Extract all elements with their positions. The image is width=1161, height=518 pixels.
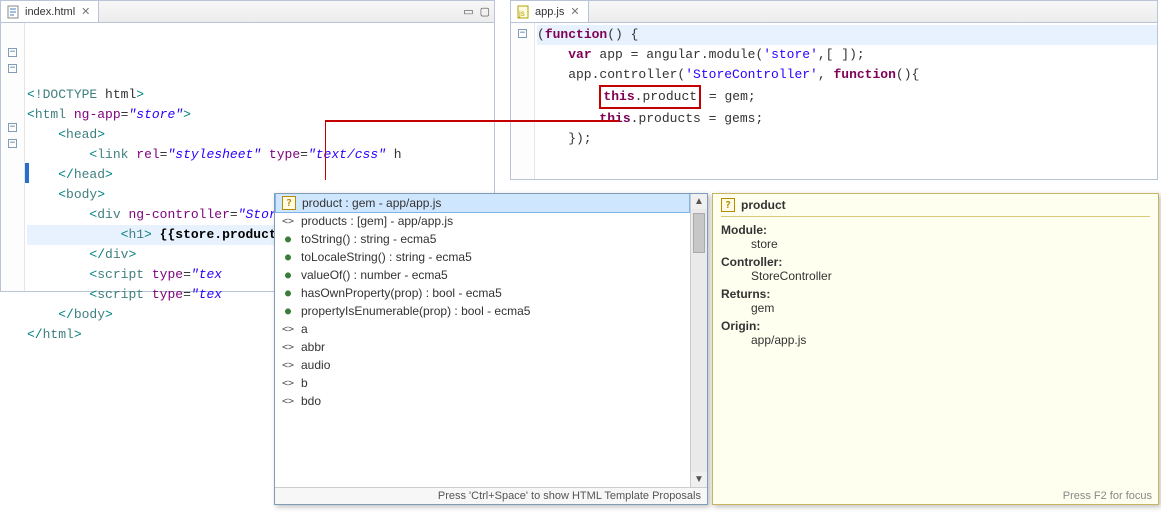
- completion-label: valueOf() : number - ecma5: [301, 268, 448, 282]
- doc-hint: Press F2 for focus: [1063, 490, 1152, 502]
- js-file-icon: js: [517, 5, 531, 19]
- completion-label: toLocaleString() : string - ecma5: [301, 250, 472, 264]
- doc-row-label: Module:: [721, 223, 1150, 237]
- doc-row-value: gem: [721, 301, 1150, 315]
- scroll-thumb[interactable]: [693, 213, 705, 253]
- completion-label: propertyIsEnumerable(prop) : bool - ecma…: [301, 304, 530, 318]
- tabbar-left: index.html ✕ ▭ ▢: [1, 1, 494, 23]
- code-area-right[interactable]: − (function() { var app = angular.module…: [511, 23, 1157, 179]
- scroll-up-icon[interactable]: ▲: [694, 194, 704, 209]
- fold-icon[interactable]: −: [518, 29, 527, 38]
- completion-item[interactable]: ● hasOwnProperty(prop) : bool - ecma5: [275, 284, 690, 302]
- method-icon: ●: [281, 286, 295, 300]
- doc-title: ? product: [721, 198, 1150, 217]
- method-icon: ●: [281, 232, 295, 246]
- completion-label: products : [gem] - app/app.js: [301, 214, 453, 228]
- completion-item[interactable]: <> audio: [275, 356, 690, 374]
- tab-label: app.js: [535, 6, 564, 18]
- gutter-left[interactable]: − − − −: [1, 23, 25, 291]
- tag-icon: <>: [281, 340, 295, 354]
- tag-icon: <>: [281, 322, 295, 336]
- doc-row-label: Origin:: [721, 319, 1150, 333]
- code-line[interactable]: this.product = gem;: [537, 85, 1157, 109]
- doc-row-value: store: [721, 237, 1150, 251]
- code-line[interactable]: var app = angular.module('store',[ ]);: [537, 45, 1157, 65]
- method-icon: ●: [281, 268, 295, 282]
- doc-row-label: Returns:: [721, 287, 1150, 301]
- doc-row-value: app/app.js: [721, 333, 1150, 347]
- completion-label: bdo: [301, 394, 321, 408]
- completion-item[interactable]: ● toLocaleString() : string - ecma5: [275, 248, 690, 266]
- fold-icon[interactable]: −: [8, 123, 17, 132]
- tag-icon: <>: [281, 394, 295, 408]
- completion-label: audio: [301, 358, 330, 372]
- svg-text:js: js: [518, 9, 525, 18]
- completion-label: abbr: [301, 340, 325, 354]
- method-icon: ●: [281, 304, 295, 318]
- fold-icon[interactable]: −: [8, 48, 17, 57]
- minimize-icon[interactable]: ▭: [463, 5, 473, 18]
- completion-popup: ? product : gem - app/app.js <> products : …: [274, 193, 708, 505]
- code-line[interactable]: this.products = gems;: [537, 109, 1157, 129]
- close-icon[interactable]: ✕: [568, 5, 581, 18]
- code-line[interactable]: </head>: [27, 165, 494, 185]
- completion-item[interactable]: <> products : [gem] - app/app.js: [275, 212, 690, 230]
- tag-icon: <>: [281, 358, 295, 372]
- code-line[interactable]: (function() {: [537, 25, 1157, 45]
- code-line[interactable]: });: [537, 129, 1157, 149]
- tab-index-html[interactable]: index.html ✕: [1, 1, 99, 22]
- completion-item[interactable]: <> abbr: [275, 338, 690, 356]
- tag-icon: <>: [281, 214, 295, 228]
- completion-item[interactable]: <> bdo: [275, 392, 690, 410]
- code-line[interactable]: <head>: [27, 125, 494, 145]
- code-line[interactable]: app.controller('StoreController', functi…: [537, 65, 1157, 85]
- doc-title-text: product: [741, 198, 786, 212]
- scroll-down-icon[interactable]: ▼: [694, 472, 704, 487]
- scrollbar[interactable]: ▲ ▼: [690, 194, 707, 487]
- completion-item[interactable]: ? product : gem - app/app.js: [275, 194, 690, 213]
- code-line[interactable]: <link rel="stylesheet" type="text/css" h: [27, 145, 494, 165]
- completion-label: product : gem - app/app.js: [302, 196, 441, 210]
- completion-item[interactable]: <> a: [275, 320, 690, 338]
- unknown-type-icon: ?: [721, 198, 735, 212]
- maximize-icon[interactable]: ▢: [480, 5, 490, 18]
- tag-icon: <>: [281, 376, 295, 390]
- method-icon: ●: [281, 250, 295, 264]
- completion-item[interactable]: ● propertyIsEnumerable(prop) : bool - ecm…: [275, 302, 690, 320]
- doc-row-label: Controller:: [721, 255, 1150, 269]
- completion-list: ? product : gem - app/app.js <> products : …: [275, 194, 707, 487]
- fold-icon[interactable]: −: [8, 139, 17, 148]
- completion-label: hasOwnProperty(prop) : bool - ecma5: [301, 286, 502, 300]
- doc-row-value: StoreController: [721, 269, 1150, 283]
- code-line[interactable]: <!DOCTYPE html>: [27, 85, 494, 105]
- unknown-icon: ?: [282, 196, 296, 210]
- tabbar-right: js app.js ✕: [511, 1, 1157, 23]
- code-line[interactable]: <html ng-app="store">: [27, 105, 494, 125]
- selection-marker: [25, 163, 29, 183]
- completion-label: a: [301, 322, 308, 336]
- doc-popup: ? product Module:store Controller:StoreCo…: [712, 193, 1159, 505]
- completion-item[interactable]: ● valueOf() : number - ecma5: [275, 266, 690, 284]
- completion-item[interactable]: <> b: [275, 374, 690, 392]
- tab-app-js[interactable]: js app.js ✕: [511, 1, 589, 22]
- completion-item[interactable]: ● toString() : string - ecma5: [275, 230, 690, 248]
- completion-hint: Press 'Ctrl+Space' to show HTML Template…: [275, 487, 707, 504]
- completion-label: b: [301, 376, 308, 390]
- html-file-icon: [7, 5, 21, 19]
- close-icon[interactable]: ✕: [79, 5, 92, 18]
- completion-label: toString() : string - ecma5: [301, 232, 436, 246]
- tab-label: index.html: [25, 6, 75, 18]
- gutter-right[interactable]: −: [511, 23, 535, 179]
- editor-pane-right: js app.js ✕ − (function() { var app = an…: [510, 0, 1158, 180]
- fold-icon[interactable]: −: [8, 64, 17, 73]
